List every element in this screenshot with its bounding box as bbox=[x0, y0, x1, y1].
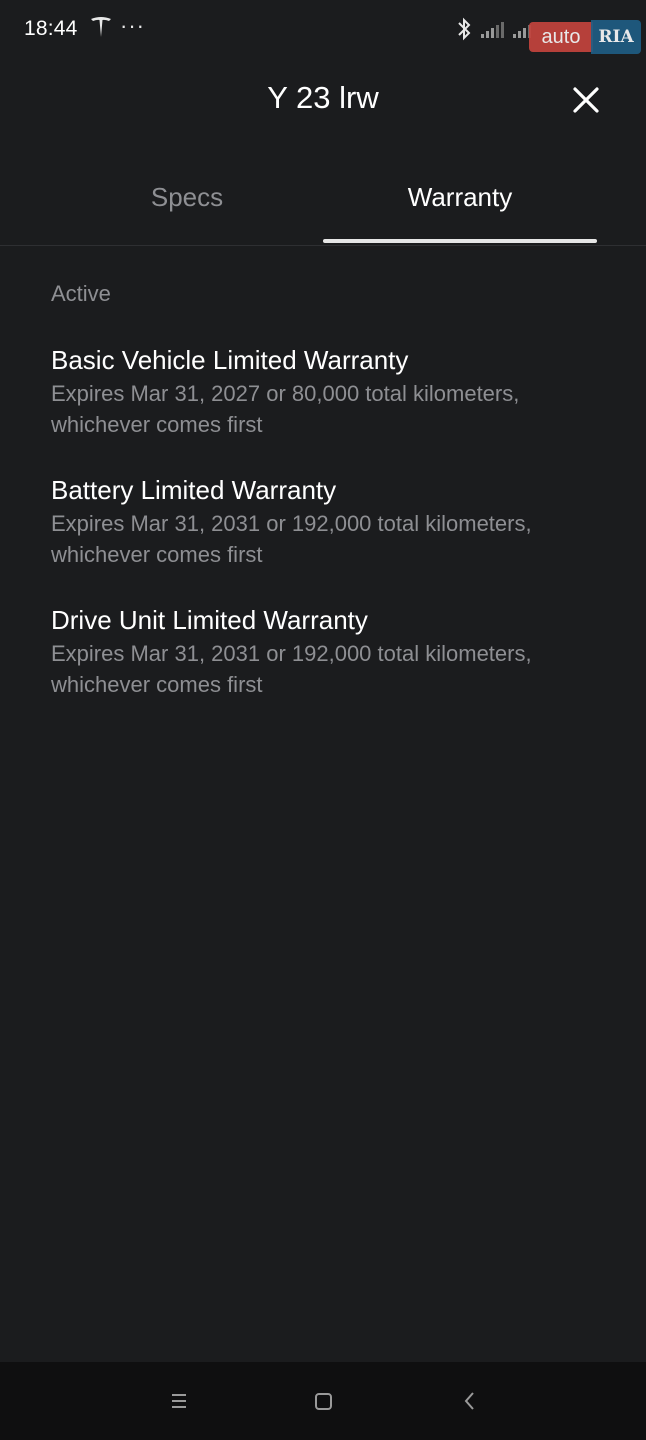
page-title: Y 23 lrw bbox=[267, 80, 379, 115]
autoria-watermark: auto RIA bbox=[529, 18, 641, 54]
watermark-ria: RIA bbox=[591, 20, 641, 54]
tesla-logo-icon bbox=[91, 17, 111, 37]
menu-icon bbox=[172, 1394, 186, 1408]
nav-recents-button[interactable] bbox=[164, 1386, 194, 1416]
watermark-auto: auto bbox=[529, 22, 593, 52]
warranty-title: Basic Vehicle Limited Warranty bbox=[51, 345, 409, 375]
nav-home-button[interactable] bbox=[308, 1386, 338, 1416]
more-notifications-icon: ··· bbox=[120, 13, 145, 38]
warranty-detail-line: whichever comes first bbox=[51, 672, 263, 697]
nav-back-button[interactable] bbox=[455, 1386, 485, 1416]
back-chevron-icon bbox=[464, 1392, 474, 1410]
tab-bar: Specs Warranty bbox=[0, 160, 646, 246]
close-icon bbox=[573, 87, 599, 113]
bluetooth-icon bbox=[458, 17, 471, 41]
warranty-detail-line: whichever comes first bbox=[51, 412, 263, 437]
warranty-title: Battery Limited Warranty bbox=[51, 475, 337, 505]
warranty-item: Battery Limited Warranty Expires Mar 31,… bbox=[51, 473, 621, 570]
warranty-screen: 18:44 ··· auto RIA Y 23 lrw Specs Warran… bbox=[0, 0, 646, 1440]
section-label-active: Active bbox=[51, 281, 111, 306]
tab-warranty[interactable]: Warranty bbox=[323, 182, 597, 213]
active-tab-indicator bbox=[323, 239, 597, 243]
signal-icon bbox=[481, 22, 504, 38]
home-square-icon bbox=[315, 1393, 332, 1410]
warranty-detail-line: Expires Mar 31, 2031 or 192,000 total ki… bbox=[51, 511, 532, 536]
tab-specs[interactable]: Specs bbox=[50, 182, 324, 213]
warranty-detail-line: Expires Mar 31, 2027 or 80,000 total kil… bbox=[51, 381, 520, 406]
warranty-title: Drive Unit Limited Warranty bbox=[51, 605, 368, 635]
system-nav-bar bbox=[0, 1362, 646, 1440]
warranty-item: Basic Vehicle Limited Warranty Expires M… bbox=[51, 343, 621, 440]
status-time: 18:44 bbox=[24, 17, 78, 40]
warranty-item: Drive Unit Limited Warranty Expires Mar … bbox=[51, 603, 621, 700]
warranty-detail-line: whichever comes first bbox=[51, 542, 263, 567]
warranty-detail-line: Expires Mar 31, 2031 or 192,000 total ki… bbox=[51, 641, 532, 666]
close-button[interactable] bbox=[566, 80, 606, 120]
